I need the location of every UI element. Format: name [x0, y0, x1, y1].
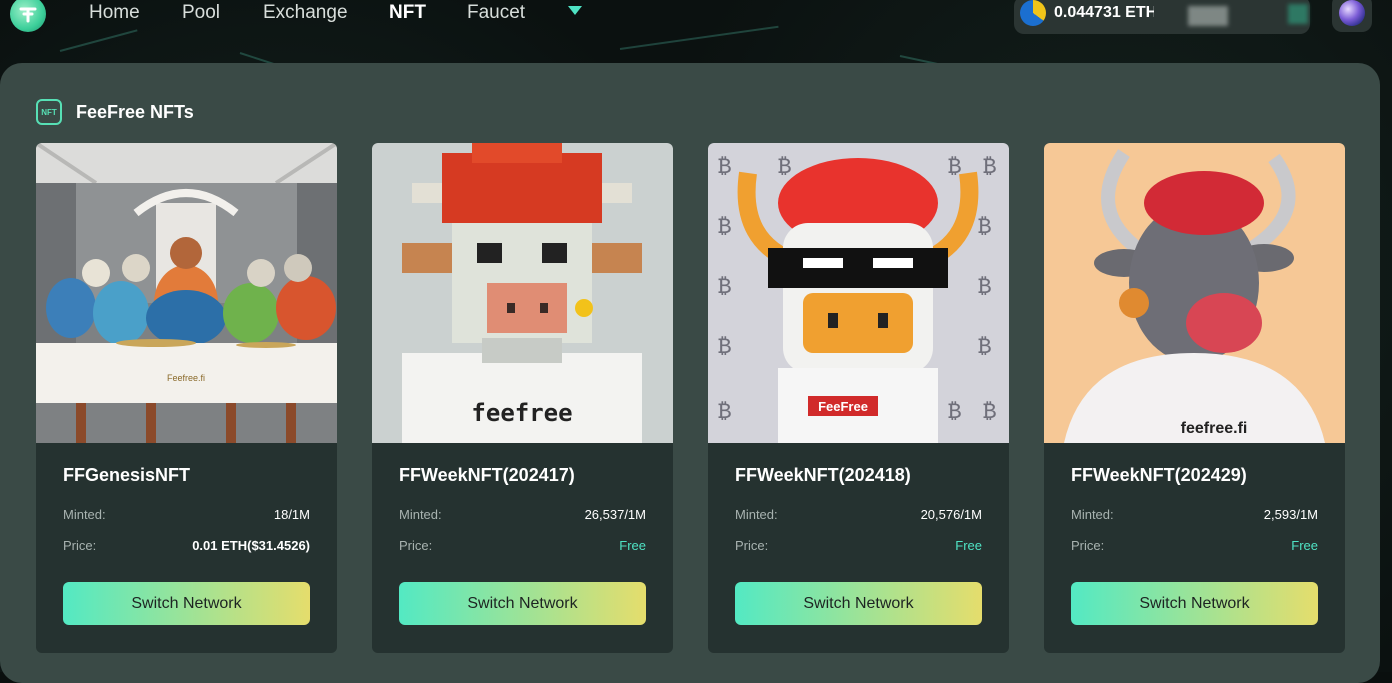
nav-nft[interactable]: NFT [389, 2, 426, 24]
minted-label: Minted: [1071, 507, 1114, 522]
price-label: Price: [63, 538, 97, 553]
nft-card[interactable]: feefree.fi FFWeekNFT(202429) Minted: 2,5… [1044, 143, 1345, 653]
switch-network-button[interactable]: Switch Network [63, 582, 310, 625]
switch-network-button[interactable]: Switch Network [399, 582, 646, 625]
feefree-logo-icon[interactable] [10, 0, 46, 32]
section-header: NFT FeeFree NFTs [36, 99, 194, 125]
price-label: Price: [1071, 538, 1105, 553]
minted-label: Minted: [399, 507, 442, 522]
switch-network-button[interactable]: Switch Network [1071, 582, 1318, 625]
price-row: Price: Free [1071, 538, 1318, 553]
shirt-text: feefree [471, 399, 572, 427]
wallet-balance-pill[interactable]: 0.044731 ETH [1014, 0, 1310, 34]
svg-text:₿: ₿ [718, 334, 731, 359]
minted-value: 26,537/1M [584, 507, 646, 522]
price-row: Price: Free [735, 538, 982, 553]
svg-text:₿: ₿ [983, 154, 996, 179]
svg-text:₿: ₿ [718, 399, 731, 424]
genesis-table-text: Feefree.fi [167, 373, 205, 383]
minted-row: Minted: 20,576/1M [735, 507, 982, 522]
svg-text:₿: ₿ [978, 334, 991, 359]
price-value: Free [1291, 538, 1318, 553]
price-row: Price: Free [399, 538, 646, 553]
wallet-balance: 0.044731 ETH [1054, 4, 1154, 21]
svg-text:₿: ₿ [978, 274, 991, 299]
switch-network-button[interactable]: Switch Network [735, 582, 982, 625]
minted-row: Minted: 2,593/1M [1071, 507, 1318, 522]
price-label: Price: [399, 538, 433, 553]
card-title: FFWeekNFT(202417) [399, 465, 575, 485]
svg-text:₿: ₿ [983, 399, 996, 424]
svg-text:₿: ₿ [718, 214, 731, 239]
nft-card[interactable]: feefree FFWeekNFT(202417) Minted: 26,537… [372, 143, 673, 653]
nft-image-202417: feefree [372, 143, 673, 443]
svg-text:₿: ₿ [778, 154, 791, 179]
price-label: Price: [735, 538, 769, 553]
nft-badge-icon: NFT [36, 99, 62, 125]
svg-text:₿: ₿ [948, 154, 961, 179]
shirt-text: feefree.fi [1181, 420, 1248, 437]
minted-row: Minted: 18/1M [63, 507, 310, 522]
minted-label: Minted: [63, 507, 106, 522]
top-nav: Home Pool Exchange NFT Faucet 0.044731 E… [0, 0, 1392, 44]
nft-panel: NFT FeeFree NFTs Feefree.fi FFGenesisNFT… [0, 63, 1380, 683]
minted-value: 2,593/1M [1263, 507, 1318, 522]
shirt-text: FeeFree [818, 399, 868, 414]
minted-value: 20,576/1M [920, 507, 982, 522]
account-button[interactable] [1332, 0, 1372, 32]
svg-text:₿: ₿ [718, 274, 731, 299]
section-title: FeeFree NFTs [76, 101, 194, 122]
card-title: FFWeekNFT(202418) [735, 465, 911, 485]
nft-image-genesis: Feefree.fi [36, 143, 337, 443]
card-title: FFGenesisNFT [63, 465, 191, 485]
eth-icon [1020, 0, 1046, 26]
svg-text:₿: ₿ [948, 399, 961, 424]
redacted-address [1188, 6, 1228, 26]
nav-faucet[interactable]: Faucet [467, 2, 525, 24]
nft-card[interactable]: ₿ ₿ ₿ ₿ ₿ ₿ ₿ ₿ ₿ ₿ ₿ ₿ ₿ FeeFree FFWeek… [708, 143, 1009, 653]
minted-label: Minted: [735, 507, 778, 522]
svg-text:₿: ₿ [718, 154, 731, 179]
redacted-indicator [1288, 4, 1308, 24]
minted-value: 18/1M [273, 507, 310, 522]
avatar-orb-icon [1339, 0, 1365, 26]
card-title: FFWeekNFT(202429) [1071, 465, 1247, 485]
price-row: Price: 0.01 ETH($31.4526) [63, 538, 310, 553]
nft-card[interactable]: Feefree.fi FFGenesisNFT Minted: 18/1M Pr… [36, 143, 337, 653]
chevron-down-icon[interactable] [568, 6, 582, 15]
nft-image-202418: ₿ ₿ ₿ ₿ ₿ ₿ ₿ ₿ ₿ ₿ ₿ ₿ ₿ FeeFree [708, 143, 1009, 443]
svg-text:₿: ₿ [978, 214, 991, 239]
price-value: 0.01 ETH($31.4526) [192, 538, 310, 553]
nav-home[interactable]: Home [89, 2, 140, 24]
minted-row: Minted: 26,537/1M [399, 507, 646, 522]
nav-pool[interactable]: Pool [182, 2, 220, 24]
nft-image-202429: feefree.fi [1044, 143, 1345, 443]
price-value: Free [955, 538, 982, 553]
nav-exchange[interactable]: Exchange [263, 2, 348, 24]
price-value: Free [619, 538, 646, 553]
